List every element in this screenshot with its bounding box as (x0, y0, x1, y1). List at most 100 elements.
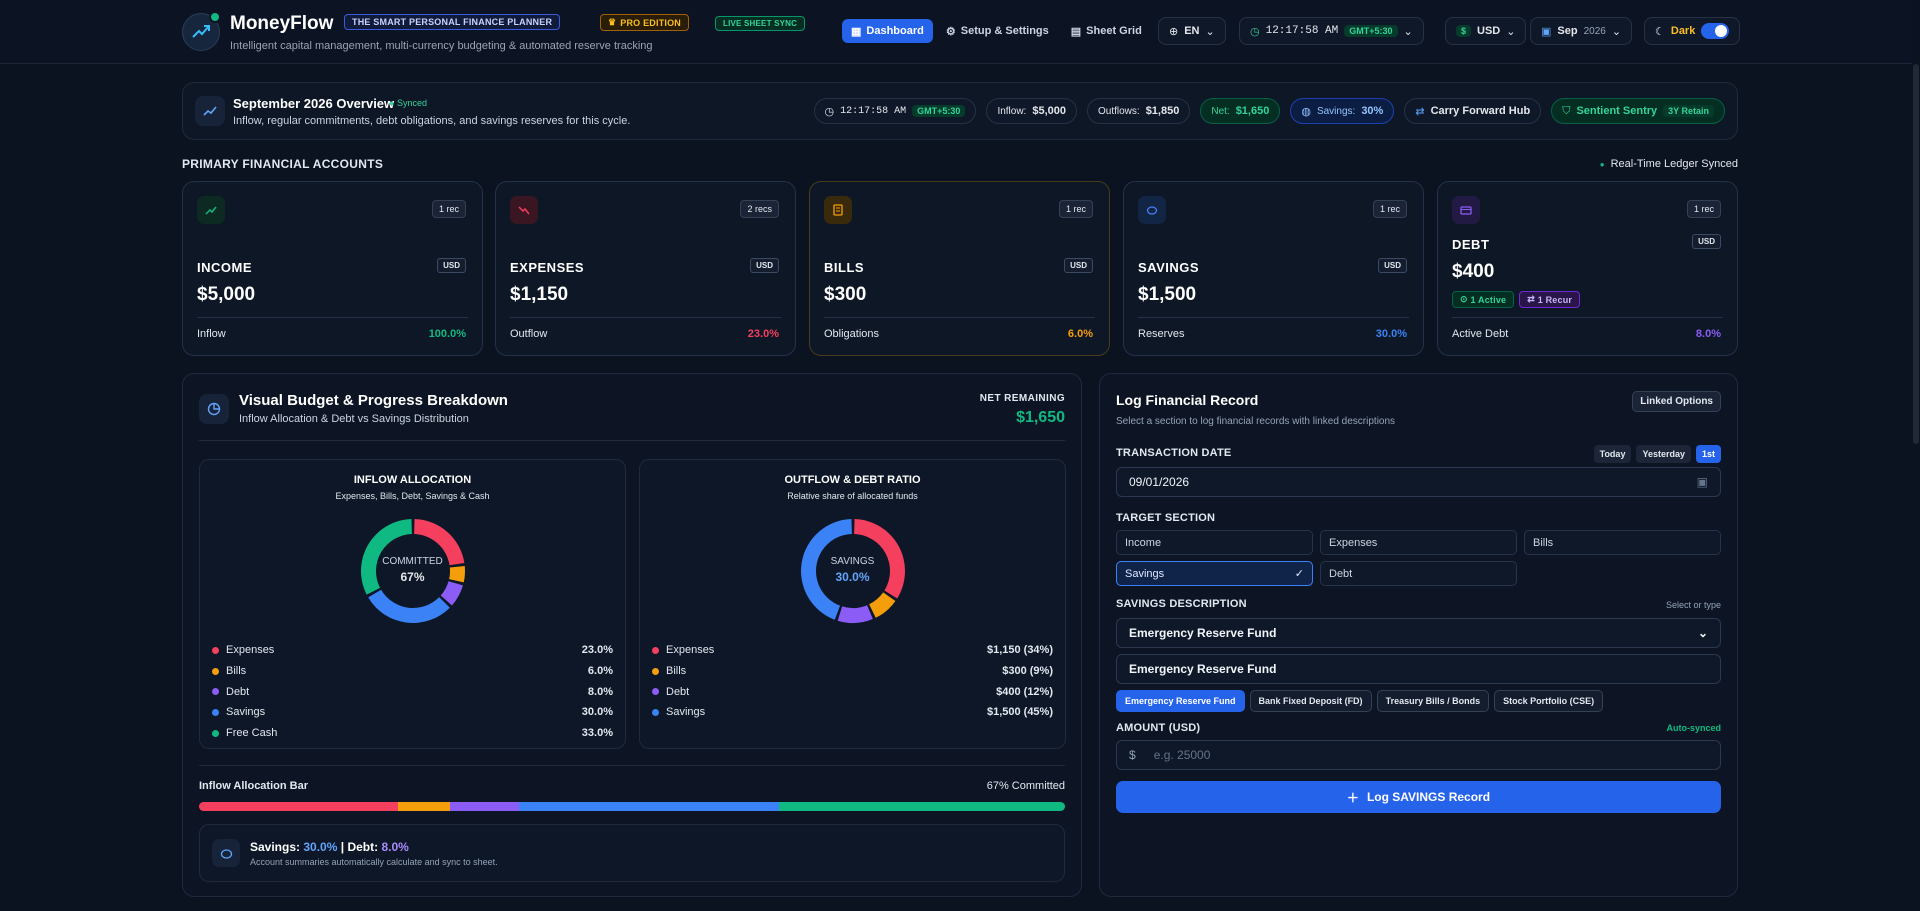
synced-badge: ● Synced (389, 98, 427, 108)
date-first-button[interactable]: 1st (1695, 445, 1721, 463)
legend-item: Bills 6.0% (212, 661, 613, 682)
trending-up-icon (197, 196, 225, 224)
description-select[interactable]: Emergency Reserve Fund ⌄ (1116, 618, 1721, 648)
account-name: BILLS (824, 260, 865, 275)
debt-badges: ⊙ 1 Active ⇄ 1 Recur (1452, 291, 1581, 308)
language-select[interactable]: ⊕ EN ⌄ (1158, 17, 1226, 45)
transaction-date-input[interactable]: 09/01/2026 ▣ (1116, 467, 1721, 497)
plus-icon: ＋ (1346, 790, 1359, 805)
account-amount: $400 (1452, 261, 1495, 282)
nav-dashboard[interactable]: ▦ Dashboard (842, 19, 933, 43)
donut-center-label: SAVINGS (830, 556, 875, 567)
section-savings[interactable]: Savings ✓ (1116, 561, 1313, 586)
legend-label: Expenses (226, 644, 275, 657)
description-input[interactable]: Emergency Reserve Fund (1116, 654, 1721, 684)
table-icon: ▤ (1070, 25, 1082, 38)
description-select-value: Emergency Reserve Fund (1129, 626, 1277, 640)
bar-segment-debt (450, 802, 520, 811)
scrollbar[interactable] (1912, 0, 1920, 911)
date-today-button[interactable]: Today (1593, 445, 1632, 463)
divider (199, 765, 1065, 766)
section-bills[interactable]: Bills (1524, 530, 1721, 555)
amount-field[interactable]: $ e.g. 25000 (1116, 740, 1721, 770)
chip-treasury-bills[interactable]: Treasury Bills / Bonds (1376, 690, 1490, 712)
planner-tag: THE SMART PERSONAL FINANCE PLANNER (344, 14, 561, 30)
status-dot: ● (1599, 159, 1605, 169)
donut-slice-savings (368, 589, 450, 623)
chip-emergency-fund[interactable]: Emergency Reserve Fund (1116, 690, 1245, 712)
legend-value: $300 (9%) (1002, 665, 1053, 678)
summary-savings-label: Savings: (250, 840, 301, 854)
donut-slice-debt (440, 581, 463, 606)
outflows-stat-value: $1,850 (1145, 105, 1180, 117)
nav-sheet-grid[interactable]: ▤ Sheet Grid (1062, 19, 1151, 43)
status-dot (209, 11, 221, 23)
chip-stock-portfolio[interactable]: Stock Portfolio (CSE) (1494, 690, 1604, 712)
summary-separator: | (340, 840, 345, 854)
overview-subtitle: Inflow, regular commitments, debt obliga… (233, 115, 631, 127)
pro-edition-tag: ♛ PRO EDITION (600, 14, 689, 31)
sentient-sentry-button[interactable]: ⛉ Sentient Sentry 3Y Retain (1551, 98, 1725, 124)
account-card-expenses[interactable]: 2 recs USD EXPENSES $1,150 Outflow 23.0% (495, 181, 796, 356)
timezone-badge: GMT+5:30 (1344, 25, 1398, 37)
account-card-debt[interactable]: 1 rec USD DEBT $400 ⊙ 1 Active ⇄ 1 Recur… (1437, 181, 1738, 356)
net-stat-label: Net: (1211, 105, 1230, 117)
date-label: TRANSACTION DATE (1116, 447, 1232, 459)
chip-fixed-deposit[interactable]: Bank Fixed Deposit (FD) (1249, 690, 1372, 712)
account-card-income[interactable]: 1 rec USD INCOME $5,000 Inflow 100.0% (182, 181, 483, 356)
chart-subtitle: Expenses, Bills, Debt, Savings & Cash (335, 491, 490, 501)
calendar-icon[interactable]: ▣ (1697, 475, 1708, 489)
legend-item: Free Cash 33.0% (212, 723, 613, 744)
donut-center-value: 67% (400, 570, 425, 584)
allocation-bar-label: Inflow Allocation Bar (199, 780, 308, 792)
log-record-button[interactable]: ＋ Log SAVINGS Record (1116, 781, 1721, 813)
scrollbar-thumb[interactable] (1913, 64, 1919, 444)
section-expenses[interactable]: Expenses (1320, 530, 1517, 555)
summary-debt-value: 8.0% (381, 840, 409, 854)
clock-icon: ◷ (1250, 25, 1260, 38)
donut-center-label: COMMITTED (382, 556, 443, 567)
theme-switch[interactable] (1701, 23, 1730, 39)
allocation-bar-committed: 67% Committed (986, 780, 1065, 792)
divider (1138, 317, 1409, 318)
legend-label: Savings (666, 706, 706, 719)
nav-dashboard-label: Dashboard (866, 25, 924, 37)
recurring-debt-label: 1 Recur (1537, 294, 1573, 305)
linked-options-button[interactable]: Linked Options (1632, 391, 1721, 412)
carry-forward-button[interactable]: ⇄ Carry Forward Hub (1404, 98, 1542, 124)
inflow-stat-value: $5,000 (1032, 105, 1066, 117)
record-count: 1 rec (1058, 200, 1093, 218)
legend-value: 23.0% (581, 644, 613, 657)
account-card-bills[interactable]: 1 rec USD BILLS $300 Obligations 6.0% (809, 181, 1110, 356)
legend-swatch (212, 646, 219, 654)
theme-toggle[interactable]: ☾ Dark (1644, 17, 1741, 45)
currency-select[interactable]: $ USD ⌄ (1445, 17, 1527, 45)
chart-title: OUTFLOW & DEBT RATIO (784, 474, 921, 486)
year-value: 2026 (1583, 25, 1606, 37)
account-footer-label: Obligations (824, 328, 880, 340)
month-select[interactable]: ▣ Sep 2026 ⌄ (1530, 17, 1633, 45)
bar-segment-expenses (199, 802, 399, 811)
pie-chart-icon (199, 394, 229, 424)
legend-value: $400 (12%) (996, 685, 1053, 698)
donut-center-value: 30.0% (835, 570, 870, 584)
clock-widget[interactable]: ◷ 12:17:58 AM GMT+5:30 ⌄ (1239, 17, 1424, 45)
bar-segment-bills (398, 802, 451, 811)
moon-icon: ☾ (1655, 25, 1665, 38)
auto-synced-label: Auto-synced (1666, 723, 1721, 733)
section-debt[interactable]: Debt (1320, 561, 1517, 586)
section-savings-label: Savings (1125, 567, 1165, 580)
account-card-savings[interactable]: 1 rec USD SAVINGS $1,500 Reserves 30.0% (1123, 181, 1424, 356)
net-remaining-value: $1,650 (1016, 409, 1065, 426)
chevron-down-icon: ⌄ (1611, 25, 1622, 38)
legend-item: Debt 8.0% (212, 681, 613, 702)
logo (182, 11, 221, 51)
nav-setup-settings[interactable]: ⚙ Setup & Settings (937, 19, 1058, 43)
sentry-label: Sentient Sentry (1576, 105, 1658, 117)
synced-label: Synced (396, 98, 427, 108)
date-yesterday-button[interactable]: Yesterday (1636, 445, 1691, 463)
legend-item: Savings $1,500 (45%) (652, 702, 1053, 723)
description-chips: Emergency Reserve Fund Bank Fixed Deposi… (1116, 690, 1604, 712)
section-income[interactable]: Income (1116, 530, 1313, 555)
account-footer-label: Active Debt (1452, 328, 1509, 340)
